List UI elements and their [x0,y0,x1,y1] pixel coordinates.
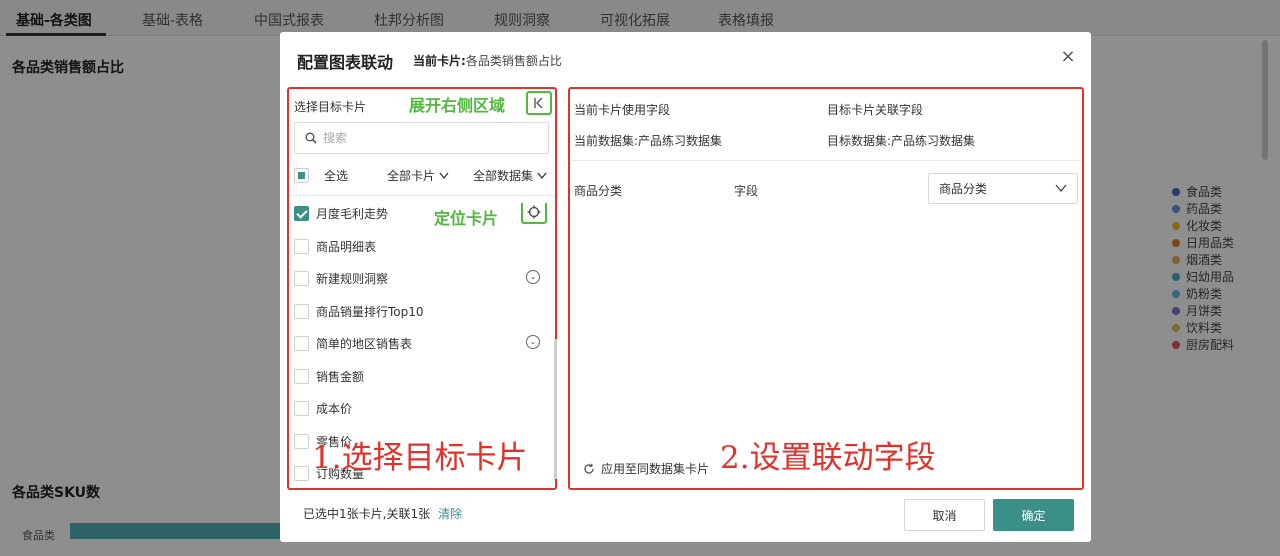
cancel-button[interactable]: 取消 [904,499,985,531]
card-checkbox[interactable] [294,368,309,384]
card-list-item[interactable]: 新建规则洞察 ⌄ [294,268,546,288]
card-label: 月度毛利走势 [316,207,389,221]
card-label: 商品明细表 [316,239,377,254]
card-list-item[interactable]: 商品明细表 [294,236,546,256]
card-list-item[interactable]: 商品销量排行Top10 [294,301,546,321]
card-list-item[interactable]: 销售金额 [294,366,546,386]
linkage-config-dialog: 配置图表联动 当前卡片:各品类销售额占比 × 选择目标卡片 展开右侧区域 全选 … [280,32,1091,542]
field-divider [570,160,1082,161]
card-checkbox[interactable] [294,206,309,221]
select-all-label: 全选 [324,169,349,183]
card-checkbox[interactable] [294,401,309,416]
annotation-locate-card: 定位卡片 [434,209,499,228]
locate-card-button[interactable] [521,203,547,224]
card-label: 新建规则洞察 [316,272,389,286]
current-card-label: 当前卡片: [413,54,466,68]
selection-status: 已选中1张卡片,关联1张 清除 [303,505,462,522]
crosshair-icon [527,205,541,219]
chevron-down-icon [1055,184,1067,193]
card-checkbox[interactable] [294,336,309,351]
target-field-select[interactable]: 商品分类 [928,173,1078,204]
search-icon [305,132,317,144]
card-label: 成本价 [316,402,353,416]
linkage-field-panel: 当前卡片使用字段 目标卡片关联字段 当前数据集:产品练习数据集 目标数据集:产品… [568,87,1084,490]
card-label: 商品销量排行Top10 [316,304,424,319]
chevron-down-icon [537,172,547,180]
confirm-button[interactable]: 确定 [993,499,1074,531]
card-list-item[interactable]: 简单的地区销售表 ⌄ [294,333,546,353]
target-field-value: 商品分类 [939,182,988,196]
annotation-expand-right: 展开右侧区域 [409,96,506,115]
dialog-title: 配置图表联动 [297,53,394,72]
search-input-wrapper [294,122,549,154]
search-input[interactable] [323,131,523,145]
target-field-header: 目标卡片关联字段 [827,103,924,117]
current-field-header: 当前卡片使用字段 [574,103,671,117]
card-label: 销售金额 [316,369,365,384]
current-card-info: 当前卡片:各品类销售额占比 [413,52,562,69]
target-dataset: 目标数据集:产品练习数据集 [827,134,976,148]
card-list-item[interactable]: 成本价 [294,398,546,418]
apply-label: 应用至同数据集卡片 [601,462,710,476]
field-type: 字段 [734,184,759,198]
list-divider [289,195,555,196]
close-icon[interactable]: × [1058,47,1078,67]
card-checkbox[interactable] [294,466,309,481]
clear-link[interactable]: 清除 [438,507,462,521]
card-label: 简单的地区销售表 [316,337,413,351]
annotation-step1: 1.选择目标卡片 [312,440,528,476]
dataset-filter-label: 全部数据集 [473,169,534,183]
card-checkbox[interactable] [294,238,309,254]
apply-same-dataset-link[interactable]: 应用至同数据集卡片 [583,460,709,477]
chevron-down-icon [439,172,449,180]
refresh-icon [584,463,594,474]
target-card-panel: 选择目标卡片 展开右侧区域 全选 全部卡片 全部数据集 月度毛利走势商品明细表新… [287,87,557,490]
select-all-row: 全选 全部卡片 全部数据集 [294,166,552,186]
field-name: 商品分类 [574,184,623,198]
collapse-left-icon [534,97,543,109]
expand-right-button[interactable] [526,91,552,115]
list-scrollbar[interactable] [554,339,557,479]
card-checkbox[interactable] [294,303,309,319]
select-all-checkbox[interactable] [294,168,309,183]
current-dataset: 当前数据集:产品练习数据集 [574,134,723,148]
target-card-heading: 选择目标卡片 [294,100,367,114]
dataset-filter-dropdown[interactable]: 全部数据集 [473,167,547,184]
card-filter-label: 全部卡片 [387,169,436,183]
card-checkbox[interactable] [294,433,309,449]
selection-status-text: 已选中1张卡片,关联1张 [303,507,431,521]
card-list-item[interactable]: 月度毛利走势 [294,203,547,224]
current-card-value: 各品类销售额占比 [465,54,562,68]
expand-circle-icon[interactable]: ⌄ [526,335,540,349]
expand-circle-icon[interactable]: ⌄ [526,270,540,284]
annotation-step2: 2.设置联动字段 [720,440,936,476]
card-filter-dropdown[interactable]: 全部卡片 [387,167,449,184]
card-checkbox[interactable] [294,271,309,286]
